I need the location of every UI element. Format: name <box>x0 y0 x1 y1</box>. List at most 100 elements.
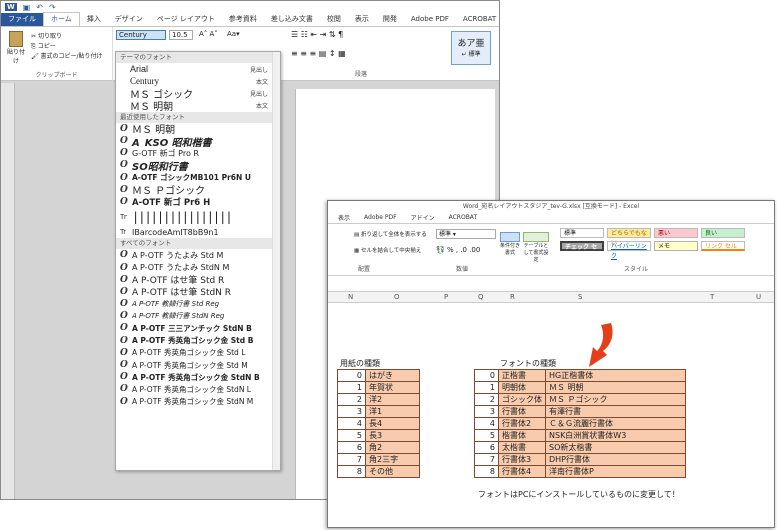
number-buttons[interactable]: 💱 % , .0 .00 <box>436 246 480 254</box>
table-cell[interactable]: ＭＳ Ｐゴシック <box>545 393 686 406</box>
column-header[interactable]: N <box>348 293 353 301</box>
column-header[interactable]: O <box>394 293 400 301</box>
table-cell[interactable]: 洋南行書体P <box>545 465 686 478</box>
font-option[interactable]: O A P-OTF 三三アンチック StdN B <box>116 322 280 334</box>
table-cell[interactable]: 角2 <box>365 441 420 454</box>
table-cell[interactable]: 4 <box>337 417 366 430</box>
table-cell[interactable]: 洋1 <box>365 405 420 418</box>
tab-layout[interactable]: ページ レイアウト <box>150 13 222 26</box>
tab-home[interactable]: ホーム <box>43 12 80 26</box>
table-cell[interactable]: 5 <box>337 429 366 442</box>
table-cell[interactable]: 8 <box>337 465 366 478</box>
table-cell[interactable]: DHP行書体 <box>545 453 686 466</box>
font-option[interactable]: O G-OTF 新ゴ Pro R <box>116 147 280 159</box>
table-cell[interactable]: 3 <box>337 405 366 418</box>
table-format-button[interactable]: テーブルとして書式設定 <box>523 232 549 263</box>
tab-references[interactable]: 参考資料 <box>222 13 264 26</box>
table-cell[interactable]: ゴシック体 <box>498 393 546 406</box>
font-option[interactable]: O SO昭和行書 <box>116 159 280 171</box>
table-cell[interactable]: 0 <box>474 369 499 382</box>
font-option[interactable]: O A P-OTF 秀英角ゴシック金 Std L <box>116 347 280 359</box>
font-name-box[interactable]: Century <box>116 30 166 40</box>
font-option[interactable]: O A-OTF 新ゴ Pr6 H <box>116 196 280 208</box>
tab-view[interactable]: 表示 <box>348 13 376 26</box>
style-hyperlink[interactable]: ハイパーリンク <box>607 241 651 260</box>
table-cell[interactable]: SO新太楷書 <box>545 441 686 454</box>
column-header[interactable]: U <box>756 293 761 301</box>
style-normal[interactable]: 標準 <box>560 228 604 238</box>
column-header[interactable]: P <box>444 293 448 301</box>
table-cell[interactable]: 明朝体 <box>498 381 546 394</box>
style-normal-tile[interactable]: あア亜 ↵ 標準 <box>451 31 491 65</box>
format-painter-button[interactable]: 🖌 書式のコピー/貼り付け <box>31 51 103 60</box>
table-cell[interactable]: 長3 <box>365 429 420 442</box>
table-cell[interactable]: 1 <box>474 381 499 394</box>
tab-design[interactable]: デザイン <box>108 13 150 26</box>
table-cell[interactable]: 行書体3 <box>498 453 546 466</box>
font-option[interactable]: O A P-OTF 教隷行書 StdN Reg <box>116 310 280 322</box>
change-case-icon[interactable]: Aa▾ <box>227 30 240 38</box>
table-cell[interactable]: その他 <box>365 465 420 478</box>
font-option[interactable]: Century 本文 <box>116 75 280 87</box>
table-cell[interactable]: 6 <box>337 441 366 454</box>
cut-button[interactable]: ✂ 切り取り <box>31 31 62 40</box>
merge-center-button[interactable]: ▦ セルを結合して中央揃え <box>354 246 421 254</box>
style-good[interactable]: 良い <box>701 228 745 238</box>
table-cell[interactable]: 3 <box>474 405 499 418</box>
table-cell[interactable]: 行書体 <box>498 405 546 418</box>
font-option[interactable]: O A P-OTF はせ筆 StdN R <box>116 286 280 298</box>
tab-file[interactable]: ファイル <box>1 13 43 26</box>
style-linked-cell[interactable]: リンク セル <box>701 241 745 251</box>
style-bad[interactable]: 悪い <box>654 228 698 238</box>
tab-acrobat[interactable]: ACROBAT <box>456 13 503 26</box>
bullets-icon[interactable]: ☰ ☷ ⇤ ⇥ ⇅ ¶ <box>291 30 343 39</box>
table-cell[interactable]: 年賀状 <box>365 381 420 394</box>
font-option[interactable]: O A P-OTF 秀英角ゴシック金 StdN M <box>116 396 280 408</box>
table-cell[interactable]: 5 <box>474 429 499 442</box>
style-neutral[interactable]: どちらでもない <box>607 228 651 247</box>
style-note[interactable]: メモ <box>654 241 698 251</box>
table-cell[interactable]: 8 <box>474 465 499 478</box>
table-cell[interactable]: 行書体4 <box>498 465 546 478</box>
table-cell[interactable]: 0 <box>337 369 366 382</box>
tab-developer[interactable]: 開発 <box>376 13 404 26</box>
table-cell[interactable]: 有澤行書 <box>545 405 686 418</box>
font-option[interactable]: O A P-OTF 秀英角ゴシック金 Std M <box>116 359 280 371</box>
save-icon[interactable]: ▣ <box>23 3 31 12</box>
redo-icon[interactable]: ↷ <box>49 3 56 12</box>
font-option[interactable]: O A-OTF ゴシックMB101 Pr6N U <box>116 172 280 184</box>
table-cell[interactable]: 洋2 <box>365 393 420 406</box>
table-cell[interactable]: Ｃ＆Ｇ流麗行書体 <box>545 417 686 430</box>
conditional-format-button[interactable]: 条件付き書式 <box>500 232 520 256</box>
tab-adobe-pdf[interactable]: Adobe PDF <box>364 214 397 221</box>
table-cell[interactable]: 角2三字 <box>365 453 420 466</box>
tab-insert[interactable]: 挿入 <box>80 13 108 26</box>
undo-icon[interactable]: ↶ <box>36 3 43 12</box>
font-option[interactable]: O A P-OTF 秀英角ゴシック金 StdN L <box>116 383 280 395</box>
table-cell[interactable]: 2 <box>337 393 366 406</box>
table-cell[interactable]: 行書体2 <box>498 417 546 430</box>
dropdown-scrollbar[interactable] <box>272 52 280 470</box>
tab-mailings[interactable]: 差し込み文書 <box>264 13 320 26</box>
font-option[interactable]: O A P-OTF 秀英角ゴシック金 StdN B <box>116 371 280 383</box>
table-cell[interactable]: 長4 <box>365 417 420 430</box>
table-cell[interactable]: 楷書体 <box>498 429 546 442</box>
font-option[interactable]: Arial 見出し <box>116 63 280 75</box>
font-option[interactable]: Tr |||||||||||||||| <box>116 208 280 226</box>
font-option[interactable]: ＭＳ 明朝 本文 <box>116 100 280 112</box>
font-option[interactable]: O A P-OTF はせ筆 Std R <box>116 274 280 286</box>
font-option[interactable]: O ＭＳ 明朝 <box>116 123 280 135</box>
font-option[interactable]: O A P-OTF うたよみ Std M <box>116 249 280 261</box>
column-header[interactable]: S <box>578 293 582 301</box>
table-cell[interactable]: ＭＳ 明朝 <box>545 381 686 394</box>
font-option[interactable]: ＭＳ ゴシック 見出し <box>116 87 280 100</box>
table-cell[interactable]: 6 <box>474 441 499 454</box>
grow-font-icon[interactable]: A˄ A˅ <box>199 30 218 38</box>
tab-review[interactable]: 校閲 <box>320 13 348 26</box>
font-option[interactable]: O A_KSO 昭和楷書 <box>116 135 280 147</box>
table-cell[interactable]: 7 <box>474 453 499 466</box>
column-header[interactable]: R <box>510 293 515 301</box>
table-cell[interactable]: HG正楷書体 <box>545 369 686 382</box>
font-size-box[interactable]: 10.5 <box>169 30 193 40</box>
align-icons[interactable]: ≡ ≡ ≡ ▤ ↕ ▦ <box>291 49 346 58</box>
